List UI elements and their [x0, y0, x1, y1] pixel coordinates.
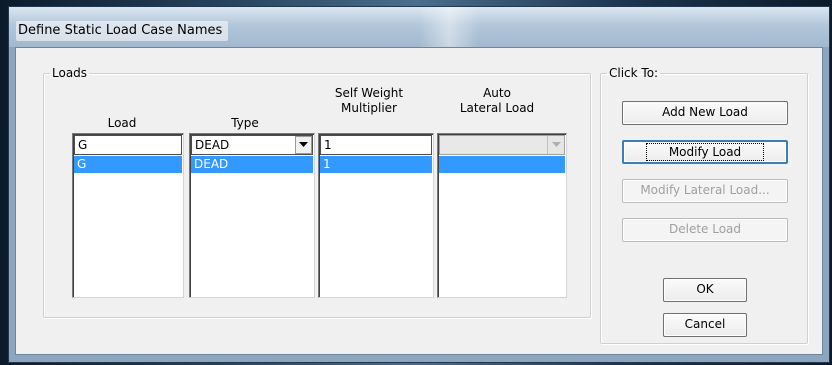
dialog-client-area: Loads Load Type Self Weight Multiplier A… [15, 47, 823, 355]
type-select-value: DEAD [195, 138, 230, 152]
load-list-item[interactable]: G [74, 156, 182, 173]
auto-lateral-select[interactable] [439, 135, 565, 155]
loads-group-legend: Loads [52, 66, 88, 80]
title-bar[interactable]: Define Static Load Case Names [9, 7, 829, 47]
auto-lateral-list-item[interactable] [439, 156, 565, 173]
cancel-button[interactable]: Cancel [663, 313, 747, 337]
column-header-type: Type [231, 116, 259, 130]
modify-lateral-load-label: Modify Lateral Load... [640, 183, 770, 197]
type-list[interactable]: DEAD DEAD [189, 133, 315, 298]
ok-label: OK [696, 282, 714, 296]
column-header-load: Load [107, 116, 137, 130]
click-to-legend: Click To: [609, 66, 659, 80]
type-list-item[interactable]: DEAD [191, 156, 313, 173]
modify-load-button[interactable]: Modify Load [622, 140, 788, 164]
cancel-label: Cancel [684, 317, 726, 331]
column-header-self-weight: Self Weight Multiplier [313, 86, 425, 116]
ok-button[interactable]: OK [663, 278, 747, 302]
column-header-auto-line1: Auto [483, 86, 511, 100]
chevron-down-icon[interactable] [295, 136, 312, 154]
self-weight-list[interactable]: 1 1 [318, 133, 434, 298]
chevron-down-icon[interactable] [547, 136, 564, 154]
load-name-input[interactable]: G [74, 135, 182, 155]
delete-load-label: Delete Load [668, 222, 742, 236]
delete-load-button[interactable]: Delete Load [622, 218, 788, 242]
load-list[interactable]: G G [72, 133, 184, 298]
window-title: Define Static Load Case Names [16, 21, 229, 41]
modify-lateral-load-button[interactable]: Modify Lateral Load... [622, 179, 788, 203]
column-header-auto-line2: Lateral Load [459, 101, 535, 115]
dialog-window: Define Static Load Case Names Loads Load… [8, 6, 830, 363]
column-header-self-weight-line1: Self Weight [334, 86, 404, 100]
add-new-load-label: Add New Load [662, 105, 748, 119]
column-header-auto-lateral: Auto Lateral Load [437, 86, 557, 116]
self-weight-input[interactable]: 1 [320, 135, 432, 155]
auto-lateral-list[interactable] [437, 133, 567, 298]
modify-load-label: Modify Load [645, 143, 765, 161]
add-new-load-button[interactable]: Add New Load [622, 101, 788, 125]
column-header-self-weight-line2: Multiplier [341, 101, 397, 115]
self-weight-list-item[interactable]: 1 [320, 156, 432, 173]
type-select[interactable]: DEAD [191, 135, 313, 155]
